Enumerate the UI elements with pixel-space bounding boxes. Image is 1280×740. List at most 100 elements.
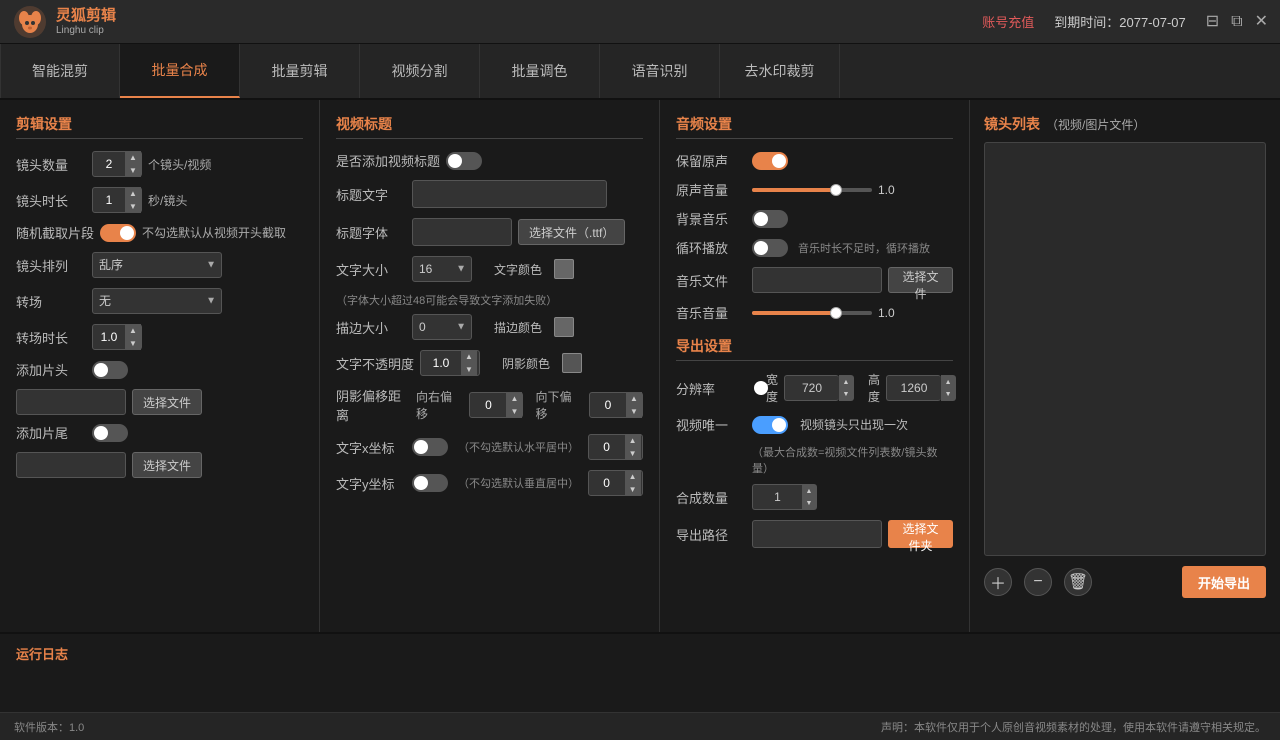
- width-down[interactable]: ▼: [839, 388, 853, 400]
- bg-music-toggle[interactable]: [752, 210, 788, 228]
- opacity-input[interactable]: ▲ ▼: [420, 350, 480, 376]
- select-folder-btn[interactable]: 选择文件夹: [888, 520, 953, 548]
- tab-video-split[interactable]: 视频分割: [360, 44, 480, 98]
- width-up[interactable]: ▲: [839, 376, 853, 388]
- shot-count-arrows: ▲ ▼: [125, 151, 141, 177]
- shot-duration-field[interactable]: [93, 193, 125, 207]
- close-button[interactable]: ✕: [1255, 14, 1268, 30]
- remove-shot-btn[interactable]: −: [1024, 568, 1052, 596]
- border-color-picker[interactable]: [554, 317, 574, 337]
- select-music-btn[interactable]: 选择文件: [888, 267, 953, 293]
- shadow-down-down[interactable]: ▼: [626, 405, 642, 418]
- tab-smart-mix[interactable]: 智能混剪: [0, 44, 120, 98]
- delete-shot-btn[interactable]: 🗑: [1064, 568, 1092, 596]
- y-pos-input[interactable]: ▲ ▼: [588, 470, 643, 496]
- add-shot-btn[interactable]: ＋: [984, 568, 1012, 596]
- shadow-down-field[interactable]: [590, 398, 626, 412]
- add-intro-label: 添加片头: [16, 360, 86, 379]
- start-export-btn[interactable]: 开始导出: [1182, 566, 1266, 598]
- opacity-down[interactable]: ▼: [461, 363, 477, 376]
- shot-duration-up[interactable]: ▲: [125, 187, 141, 200]
- x-pos-input[interactable]: ▲ ▼: [588, 434, 643, 460]
- music-file-input[interactable]: [752, 267, 882, 293]
- add-title-toggle[interactable]: [446, 152, 482, 170]
- y-pos-toggle[interactable]: [412, 474, 448, 492]
- maximize-button[interactable]: ⧉: [1231, 14, 1242, 30]
- app-name-zh: 灵狐剪辑: [56, 7, 116, 25]
- keep-original-toggle[interactable]: [752, 152, 788, 170]
- shadow-color-picker[interactable]: [562, 353, 582, 373]
- shot-duration-input[interactable]: ▲ ▼: [92, 187, 142, 213]
- x-pos-toggle[interactable]: [412, 438, 448, 456]
- shot-duration-unit: 秒/镜头: [148, 192, 187, 209]
- shadow-down-input[interactable]: ▲ ▼: [589, 392, 643, 418]
- intro-select-file-btn[interactable]: 选择文件: [132, 389, 202, 415]
- x-pos-up[interactable]: ▲: [625, 434, 641, 447]
- shadow-right-field[interactable]: [470, 398, 506, 412]
- add-outro-toggle[interactable]: [92, 424, 128, 442]
- tab-batch-edit[interactable]: 批量剪辑: [240, 44, 360, 98]
- y-pos-down[interactable]: ▼: [625, 483, 641, 496]
- x-pos-down[interactable]: ▼: [625, 447, 641, 460]
- unique-video-toggle[interactable]: [752, 416, 788, 434]
- outro-file-input[interactable]: [16, 452, 126, 478]
- tab-watermark-crop[interactable]: 去水印裁剪: [720, 44, 840, 98]
- transition-duration-input[interactable]: ▲ ▼: [92, 324, 142, 350]
- original-volume-slider[interactable]: [752, 188, 872, 192]
- shot-list-panel: 镜头列表 （视频/图片文件） ＋ − 🗑 开始导出: [970, 100, 1280, 632]
- tab-batch-color[interactable]: 批量调色: [480, 44, 600, 98]
- loop-toggle[interactable]: [752, 239, 788, 257]
- shadow-right-label: 向右偏移: [416, 388, 462, 422]
- transition-duration-field[interactable]: [93, 330, 125, 344]
- main-content: 剪辑设置 镜头数量 ▲ ▼ 个镜头/视频 镜头时长 ▲ ▼: [0, 100, 1280, 632]
- height-down[interactable]: ▼: [941, 388, 955, 400]
- title-text-input[interactable]: [412, 180, 607, 208]
- shot-count-field[interactable]: [93, 157, 125, 171]
- font-color-picker[interactable]: [554, 259, 574, 279]
- height-up[interactable]: ▲: [941, 376, 955, 388]
- synthesis-count-input[interactable]: [752, 484, 802, 510]
- shadow-right-up[interactable]: ▲: [506, 392, 522, 405]
- font-size-hint: （字体大小超过48可能会导致文字添加失败）: [336, 292, 643, 308]
- title-bar-left: 灵狐剪辑 Linghu clip: [12, 4, 116, 40]
- music-volume-slider[interactable]: [752, 311, 872, 315]
- shot-list-header: 镜头列表 （视频/图片文件）: [984, 114, 1266, 134]
- minimize-button[interactable]: ⊟: [1206, 14, 1219, 30]
- transition-duration-down[interactable]: ▼: [125, 337, 141, 350]
- height-input[interactable]: [886, 375, 941, 401]
- transition-select[interactable]: 无 淡入淡出: [92, 288, 222, 314]
- shadow-down-up[interactable]: ▲: [626, 392, 642, 405]
- nav-tabs: 智能混剪 批量合成 批量剪辑 视频分割 批量调色 语音识别 去水印裁剪: [0, 44, 1280, 100]
- title-font-input[interactable]: [412, 218, 512, 246]
- outro-select-file-btn[interactable]: 选择文件: [132, 452, 202, 478]
- tab-voice-recognition[interactable]: 语音识别: [600, 44, 720, 98]
- opacity-up[interactable]: ▲: [461, 350, 477, 363]
- font-size-select[interactable]: 16 12 20 24 32 48: [412, 256, 472, 282]
- shadow-right-down[interactable]: ▼: [506, 405, 522, 418]
- y-pos-field[interactable]: [589, 476, 625, 490]
- shot-order-select[interactable]: 乱序 顺序: [92, 252, 222, 278]
- x-pos-field[interactable]: [589, 440, 625, 454]
- transition-duration-up[interactable]: ▲: [125, 324, 141, 337]
- synthesis-down[interactable]: ▼: [802, 497, 816, 509]
- opacity-field[interactable]: [421, 356, 461, 370]
- shot-count-input[interactable]: ▲ ▼: [92, 151, 142, 177]
- select-ttf-btn[interactable]: 选择文件（.ttf）: [518, 219, 625, 245]
- shadow-right-input[interactable]: ▲ ▼: [469, 392, 523, 418]
- random-cut-toggle[interactable]: [100, 224, 136, 242]
- tab-batch-compose[interactable]: 批量合成: [120, 44, 240, 98]
- width-input[interactable]: [784, 375, 839, 401]
- export-path-input[interactable]: [752, 520, 882, 548]
- add-intro-toggle[interactable]: [92, 361, 128, 379]
- video-title-panel-title: 视频标题: [336, 114, 643, 139]
- shot-duration-down[interactable]: ▼: [125, 200, 141, 213]
- loop-hint: 音乐时长不足时，循环播放: [798, 240, 930, 256]
- intro-file-input[interactable]: [16, 389, 126, 415]
- status-notice: 声明：本软件仅用于个人原创音视频素材的处理，使用本软件请遵守相关规定。: [881, 719, 1266, 735]
- y-pos-up[interactable]: ▲: [625, 470, 641, 483]
- synthesis-up[interactable]: ▲: [802, 485, 816, 497]
- shot-count-up[interactable]: ▲: [125, 151, 141, 164]
- account-link[interactable]: 账号充值: [982, 12, 1034, 31]
- shot-count-down[interactable]: ▼: [125, 164, 141, 177]
- border-size-select[interactable]: 0 1 2: [412, 314, 472, 340]
